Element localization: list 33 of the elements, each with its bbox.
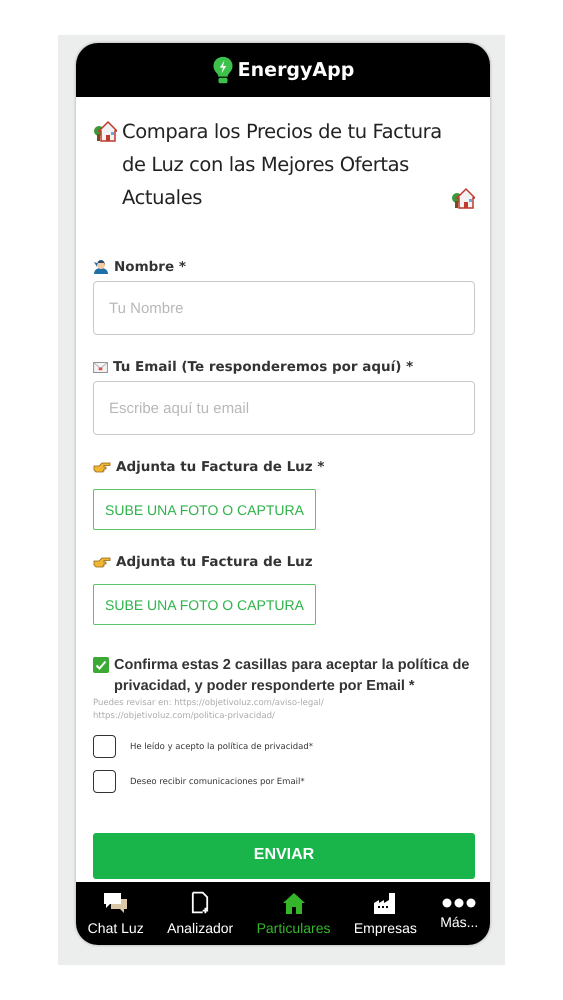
- checkbox[interactable]: [93, 735, 116, 758]
- home-icon: [282, 892, 306, 914]
- nav-tab[interactable]: Analizador: [167, 891, 234, 936]
- pointing-hand-icon: [93, 556, 111, 568]
- field-label: Adjunta tu Factura de Luz *: [116, 459, 324, 475]
- input-field[interactable]: Tu Nombre: [93, 281, 475, 335]
- lightbulb-logo-icon: [212, 56, 234, 84]
- nav-tab[interactable]: Empresas: [354, 892, 417, 936]
- check-mark-icon: [93, 657, 109, 673]
- chat-bubbles-icon: [102, 892, 129, 914]
- envelope-icon: [93, 362, 108, 372]
- person-icon: [93, 259, 109, 275]
- checkbox-label: Deseo recibir comunicaciones por Email*: [130, 776, 305, 786]
- input-field[interactable]: Escribe aquí tu email: [93, 381, 475, 435]
- checkbox[interactable]: [93, 770, 116, 793]
- more-icon: [442, 898, 476, 908]
- note-text: https://objetivoluz.com/politica-privacidad/: [93, 710, 276, 723]
- checkbox-label: He leído y acepto la política de privacidad*: [130, 742, 314, 752]
- note-text: Puedes revisar en: https://objetivoluz.com/aviso-legal/: [93, 697, 325, 710]
- factory-icon: [373, 892, 398, 914]
- consent-text: Confirma estas 2 casillas para aceptar la política de privacidad, y poder responderte por Email *: [114, 656, 470, 696]
- field-label: Tu Email (Te responderemos por aquí) *: [113, 359, 414, 375]
- nav-tab[interactable]: Chat Luz: [88, 892, 144, 936]
- field-label: Adjunta tu Factura de Luz: [116, 554, 313, 570]
- app-title: EnergyApp: [238, 59, 354, 81]
- field-label: Nombre *: [114, 259, 186, 275]
- page-heading: Compara los Precios de tu Factura de Luz con las Mejores Ofertas Actuales: [122, 119, 443, 211]
- document-icon: [191, 891, 210, 914]
- pointing-hand-icon: [93, 461, 111, 473]
- house-icon: [451, 186, 475, 210]
- house-icon: [93, 119, 117, 143]
- nav-tab[interactable]: Más...: [440, 898, 478, 930]
- nav-tab[interactable]: Particulares: [256, 892, 330, 936]
